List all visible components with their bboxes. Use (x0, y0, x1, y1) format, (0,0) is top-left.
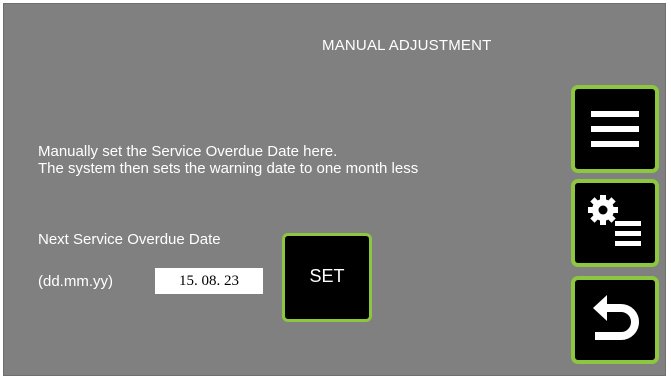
back-arrow-icon (593, 295, 639, 340)
settings-list-icon (588, 195, 641, 246)
set-button[interactable]: SET (282, 233, 372, 322)
instructions-line-2: The system then sets the warning date to… (38, 160, 419, 177)
back-button[interactable] (571, 276, 659, 364)
page-title: MANUAL ADJUSTMENT (322, 37, 492, 54)
menu-icon (591, 111, 639, 147)
instructions-text: Manually set the Service Overdue Date he… (38, 143, 418, 177)
instructions-line-1: Manually set the Service Overdue Date he… (38, 143, 338, 160)
menu-button[interactable] (571, 85, 659, 173)
settings-list-button[interactable] (571, 179, 659, 267)
service-date-label: Next Service Overdue Date (38, 231, 221, 248)
date-format-label: (dd.mm.yy) (38, 273, 113, 290)
manual-adjustment-screen: MANUAL ADJUSTMENT Manually set the Servi… (3, 3, 666, 376)
service-date-input[interactable] (155, 268, 263, 294)
